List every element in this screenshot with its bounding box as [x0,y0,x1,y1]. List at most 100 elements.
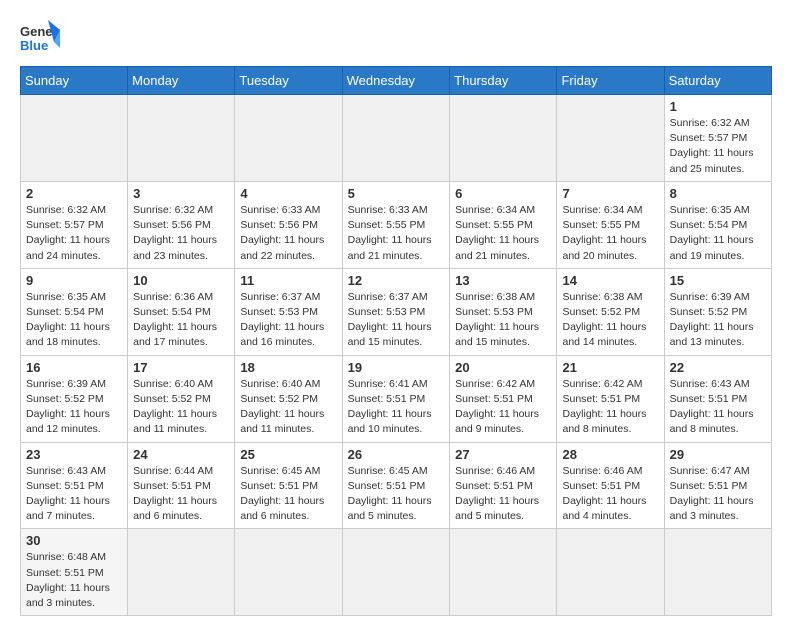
day-info: Sunrise: 6:42 AMSunset: 5:51 PMDaylight:… [455,377,551,438]
column-header-friday: Friday [557,67,664,95]
day-info: Sunrise: 6:34 AMSunset: 5:55 PMDaylight:… [455,203,551,264]
day-number: 9 [26,273,122,288]
calendar-header-row: SundayMondayTuesdayWednesdayThursdayFrid… [21,67,772,95]
calendar-cell: 29Sunrise: 6:47 AMSunset: 5:51 PMDayligh… [664,442,771,529]
day-number: 14 [562,273,658,288]
day-info: Sunrise: 6:45 AMSunset: 5:51 PMDaylight:… [348,464,445,525]
day-number: 11 [240,273,336,288]
calendar-cell: 12Sunrise: 6:37 AMSunset: 5:53 PMDayligh… [342,268,450,355]
day-number: 13 [455,273,551,288]
day-number: 4 [240,186,336,201]
calendar-cell: 2 Sunrise: 6:32 AMSunset: 5:57 PMDaylight… [21,181,128,268]
day-number: 30 [26,533,122,548]
day-number: 3 [133,186,229,201]
calendar-cell: 28Sunrise: 6:46 AMSunset: 5:51 PMDayligh… [557,442,664,529]
calendar-week-0: 1 Sunrise: 6:32 AMSunset: 5:57 PMDaylight… [21,95,772,182]
day-number: 19 [348,360,445,375]
day-info: Sunrise: 6:38 AMSunset: 5:52 PMDaylight:… [562,290,658,351]
calendar-cell: 23Sunrise: 6:43 AMSunset: 5:51 PMDayligh… [21,442,128,529]
day-number: 10 [133,273,229,288]
day-number: 2 [26,186,122,201]
day-info: Sunrise: 6:34 AMSunset: 5:55 PMDaylight:… [562,203,658,264]
day-number: 23 [26,447,122,462]
column-header-monday: Monday [128,67,235,95]
day-info: Sunrise: 6:35 AMSunset: 5:54 PMDaylight:… [670,203,766,264]
day-info: Sunrise: 6:46 AMSunset: 5:51 PMDaylight:… [562,464,658,525]
calendar-cell: 20 Sunrise: 6:42 AMSunset: 5:51 PMDayligh… [450,355,557,442]
day-info: Sunrise: 6:44 AMSunset: 5:51 PMDaylight:… [133,464,229,525]
column-header-tuesday: Tuesday [235,67,342,95]
calendar-cell: 30 Sunrise: 6:48 AMSunset: 5:51 PMDayligh… [21,529,128,616]
day-number: 12 [348,273,445,288]
day-info: Sunrise: 6:32 AMSunset: 5:57 PMDaylight:… [26,203,122,264]
day-number: 16 [26,360,122,375]
calendar-cell: 27 Sunrise: 6:46 AMSunset: 5:51 PMDayligh… [450,442,557,529]
day-info: Sunrise: 6:37 AMSunset: 5:53 PMDaylight:… [240,290,336,351]
calendar-cell: 19 Sunrise: 6:41 AMSunset: 5:51 PMDayligh… [342,355,450,442]
calendar-cell [342,95,450,182]
day-number: 6 [455,186,551,201]
day-info: Sunrise: 6:48 AMSunset: 5:51 PMDaylight:… [26,550,122,611]
calendar-cell: 15 Sunrise: 6:39 AMSunset: 5:52 PMDayligh… [664,268,771,355]
day-number: 15 [670,273,766,288]
calendar-cell [128,529,235,616]
calendar-cell: 21 Sunrise: 6:42 AMSunset: 5:51 PMDayligh… [557,355,664,442]
calendar-cell: 26Sunrise: 6:45 AMSunset: 5:51 PMDayligh… [342,442,450,529]
calendar-cell [557,529,664,616]
day-number: 24 [133,447,229,462]
day-info: Sunrise: 6:47 AMSunset: 5:51 PMDaylight:… [670,464,766,525]
day-number: 8 [670,186,766,201]
day-info: Sunrise: 6:42 AMSunset: 5:51 PMDaylight:… [562,377,658,438]
calendar-cell [342,529,450,616]
day-info: Sunrise: 6:40 AMSunset: 5:52 PMDaylight:… [240,377,336,438]
day-info: Sunrise: 6:46 AMSunset: 5:51 PMDaylight:… [455,464,551,525]
day-number: 7 [562,186,658,201]
day-number: 22 [670,360,766,375]
calendar-cell: 1 Sunrise: 6:32 AMSunset: 5:57 PMDaylight… [664,95,771,182]
calendar-cell: 4 Sunrise: 6:33 AMSunset: 5:56 PMDaylight… [235,181,342,268]
day-number: 5 [348,186,445,201]
calendar-cell: 6 Sunrise: 6:34 AMSunset: 5:55 PMDaylight… [450,181,557,268]
day-info: Sunrise: 6:33 AMSunset: 5:56 PMDaylight:… [240,203,336,264]
column-header-thursday: Thursday [450,67,557,95]
calendar-cell [128,95,235,182]
day-info: Sunrise: 6:38 AMSunset: 5:53 PMDaylight:… [455,290,551,351]
calendar-cell [557,95,664,182]
day-info: Sunrise: 6:35 AMSunset: 5:54 PMDaylight:… [26,290,122,351]
calendar-cell: 14 Sunrise: 6:38 AMSunset: 5:52 PMDayligh… [557,268,664,355]
calendar-cell [664,529,771,616]
calendar-cell: 9 Sunrise: 6:35 AMSunset: 5:54 PMDaylight… [21,268,128,355]
day-info: Sunrise: 6:43 AMSunset: 5:51 PMDaylight:… [670,377,766,438]
calendar-cell: 5 Sunrise: 6:33 AMSunset: 5:55 PMDaylight… [342,181,450,268]
day-number: 1 [670,99,766,114]
day-number: 21 [562,360,658,375]
day-info: Sunrise: 6:39 AMSunset: 5:52 PMDaylight:… [26,377,122,438]
logo: General Blue [20,20,60,56]
calendar-cell: 17Sunrise: 6:40 AMSunset: 5:52 PMDayligh… [128,355,235,442]
calendar-cell [450,95,557,182]
calendar-week-2: 9 Sunrise: 6:35 AMSunset: 5:54 PMDaylight… [21,268,772,355]
calendar-cell: 8 Sunrise: 6:35 AMSunset: 5:54 PMDaylight… [664,181,771,268]
calendar: SundayMondayTuesdayWednesdayThursdayFrid… [20,66,772,616]
calendar-cell: 10 Sunrise: 6:36 AMSunset: 5:54 PMDayligh… [128,268,235,355]
calendar-week-1: 2 Sunrise: 6:32 AMSunset: 5:57 PMDaylight… [21,181,772,268]
day-number: 27 [455,447,551,462]
calendar-cell: 13 Sunrise: 6:38 AMSunset: 5:53 PMDayligh… [450,268,557,355]
column-header-wednesday: Wednesday [342,67,450,95]
day-info: Sunrise: 6:33 AMSunset: 5:55 PMDaylight:… [348,203,445,264]
calendar-cell [235,95,342,182]
calendar-cell: 24 Sunrise: 6:44 AMSunset: 5:51 PMDayligh… [128,442,235,529]
day-number: 25 [240,447,336,462]
calendar-week-4: 23Sunrise: 6:43 AMSunset: 5:51 PMDayligh… [21,442,772,529]
logo-icon: General Blue [20,20,60,56]
column-header-saturday: Saturday [664,67,771,95]
day-info: Sunrise: 6:41 AMSunset: 5:51 PMDaylight:… [348,377,445,438]
day-info: Sunrise: 6:39 AMSunset: 5:52 PMDaylight:… [670,290,766,351]
calendar-cell: 25 Sunrise: 6:45 AMSunset: 5:51 PMDayligh… [235,442,342,529]
day-info: Sunrise: 6:36 AMSunset: 5:54 PMDaylight:… [133,290,229,351]
day-number: 20 [455,360,551,375]
day-info: Sunrise: 6:45 AMSunset: 5:51 PMDaylight:… [240,464,336,525]
day-info: Sunrise: 6:32 AMSunset: 5:57 PMDaylight:… [670,116,766,177]
calendar-cell: 7 Sunrise: 6:34 AMSunset: 5:55 PMDaylight… [557,181,664,268]
day-info: Sunrise: 6:32 AMSunset: 5:56 PMDaylight:… [133,203,229,264]
